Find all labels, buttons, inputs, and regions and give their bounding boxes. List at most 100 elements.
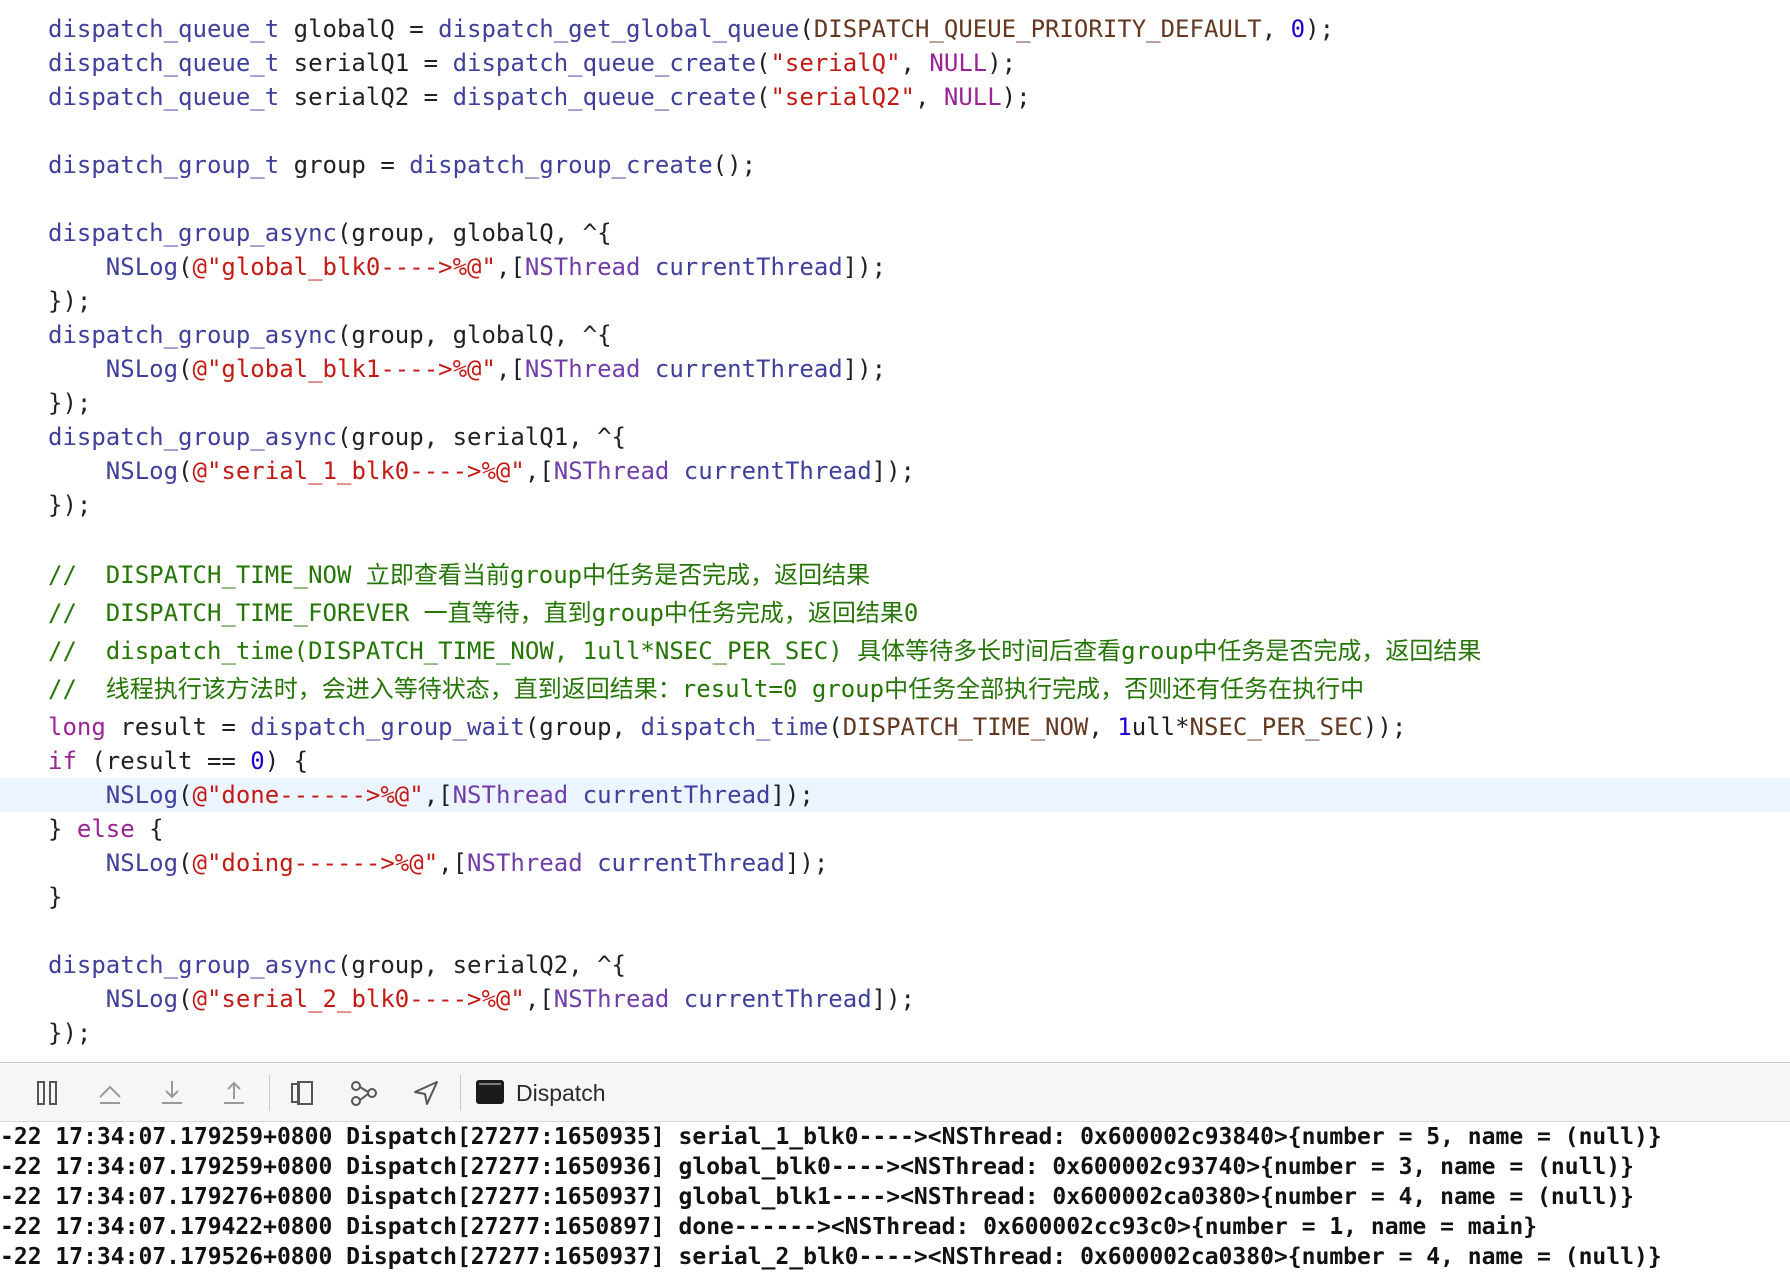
code-token: ,[: [495, 253, 525, 281]
code-line[interactable]: });: [0, 1016, 1790, 1050]
code-line[interactable]: NSLog(@"serial_1_blk0---->%@",[NSThread …: [0, 454, 1790, 488]
code-line[interactable]: dispatch_queue_t serialQ1 = dispatch_que…: [0, 46, 1790, 80]
code-line[interactable]: if (result == 0) {: [0, 744, 1790, 778]
code-token: currentThread: [683, 457, 872, 485]
code-token: ]);: [842, 253, 887, 281]
code-line[interactable]: });: [0, 284, 1790, 318]
code-token: (: [828, 713, 843, 741]
code-token: (group, globalQ, ^{: [336, 321, 612, 349]
code-token: (: [178, 355, 193, 383]
code-token: (: [178, 781, 193, 809]
code-token: ,[: [495, 355, 525, 383]
code-token: ,[: [423, 781, 453, 809]
code-token: ull*: [1131, 713, 1190, 741]
console-line: -22 17:34:07.179276+0800 Dispatch[27277:…: [0, 1184, 1634, 1210]
divider: [269, 1075, 270, 1111]
code-token: ();: [712, 151, 757, 179]
code-token: (: [178, 985, 193, 1013]
code-line[interactable]: NSLog(@"global_blk0---->%@",[NSThread cu…: [0, 250, 1790, 284]
code-token: currentThread: [582, 781, 771, 809]
step-out-icon[interactable]: [218, 1077, 250, 1109]
code-line[interactable]: // 线程执行该方法时，会进入等待状态，直到返回结果：result=0 grou…: [0, 672, 1790, 706]
terminal-icon: [476, 1080, 504, 1104]
target-label[interactable]: Dispatch: [516, 1077, 605, 1109]
code-token: dispatch_group_t: [48, 151, 280, 179]
view-hierarchy-icon[interactable]: [286, 1077, 318, 1109]
code-token: ,: [914, 83, 944, 111]
code-token: ,: [900, 49, 930, 77]
code-token: dispatch_group_async: [48, 423, 337, 451]
divider: [460, 1075, 461, 1111]
code-token: NSLog: [105, 355, 179, 383]
code-line[interactable]: dispatch_group_async(group, serialQ1, ^{: [0, 420, 1790, 454]
code-token: currentThread: [683, 985, 872, 1013]
code-token: "serialQ2": [770, 83, 915, 111]
code-line[interactable]: [0, 182, 1790, 216]
code-token: dispatch_group_async: [48, 321, 337, 349]
code-token: );: [1305, 15, 1335, 43]
code-token: ]);: [871, 457, 915, 485]
code-line[interactable]: NSLog(@"doing------>%@",[NSThread curren…: [0, 846, 1790, 880]
code-line[interactable]: dispatch_queue_t serialQ2 = dispatch_que…: [0, 80, 1790, 114]
code-token: });: [48, 491, 92, 519]
code-token: 1: [1117, 713, 1132, 741]
code-token: currentThread: [654, 355, 843, 383]
step-over-icon[interactable]: [94, 1077, 126, 1109]
console-line: -22 17:34:07.179259+0800 Dispatch[27277:…: [0, 1154, 1634, 1180]
code-line[interactable]: [0, 914, 1790, 948]
code-line[interactable]: dispatch_group_t group = dispatch_group_…: [0, 148, 1790, 182]
code-token: dispatch_group_async: [48, 219, 337, 247]
code-token: ) {: [264, 747, 309, 775]
simulate-location-icon[interactable]: [410, 1077, 442, 1109]
code-token: dispatch_group_async: [48, 951, 337, 979]
console-line: -22 17:34:07.179526+0800 Dispatch[27277:…: [0, 1244, 1662, 1270]
code-line[interactable]: }: [0, 880, 1790, 914]
code-editor[interactable]: dispatch_queue_t globalQ = dispatch_get_…: [0, 0, 1790, 1062]
code-token: NULL: [929, 49, 988, 77]
code-line[interactable]: // DISPATCH_TIME_FOREVER 一直等待，直到group中任务…: [0, 596, 1790, 630]
code-token: dispatch_group_create: [409, 151, 713, 179]
code-token: dispatch_time: [640, 713, 829, 741]
code-line[interactable]: NSLog(@"serial_2_blk0---->%@",[NSThread …: [0, 982, 1790, 1016]
code-line-current[interactable]: NSLog(@"done------>%@",[NSThread current…: [0, 778, 1790, 812]
code-token: @"global_blk0---->%@": [192, 253, 496, 281]
code-line[interactable]: NSLog(@"global_blk1---->%@",[NSThread cu…: [0, 352, 1790, 386]
console-output[interactable]: -22 17:34:07.179259+0800 Dispatch[27277:…: [0, 1122, 1790, 1278]
code-token: ,: [1261, 15, 1291, 43]
code-token: dispatch_queue_create: [452, 83, 757, 111]
code-line[interactable]: dispatch_group_async(group, serialQ2, ^{: [0, 948, 1790, 982]
code-line[interactable]: // dispatch_time(DISPATCH_TIME_NOW, 1ull…: [0, 634, 1790, 668]
code-line[interactable]: });: [0, 488, 1790, 522]
code-token: });: [48, 287, 92, 315]
code-line[interactable]: });: [0, 386, 1790, 420]
code-token: // DISPATCH_TIME_FOREVER 一直等待，直到group中任务…: [48, 599, 919, 627]
code-token: ,[: [438, 849, 468, 877]
debug-bar: Dispatch: [0, 1062, 1790, 1122]
code-token: (: [756, 83, 771, 111]
code-token: @"doing------>%@": [192, 849, 439, 877]
code-token: NSThread: [452, 781, 569, 809]
code-token: NSThread: [553, 985, 670, 1013]
code-token: );: [987, 49, 1017, 77]
toggle-console-icon[interactable]: [32, 1077, 64, 1109]
code-line[interactable]: } else {: [0, 812, 1790, 846]
code-line[interactable]: dispatch_group_async(group, globalQ, ^{: [0, 318, 1790, 352]
code-line[interactable]: dispatch_group_async(group, globalQ, ^{: [0, 216, 1790, 250]
code-line[interactable]: [0, 114, 1790, 148]
code-token: currentThread: [597, 849, 785, 877]
code-token: NSLog: [105, 985, 179, 1013]
code-token: group =: [279, 151, 410, 179]
code-line[interactable]: dispatch_queue_t globalQ = dispatch_get_…: [0, 12, 1790, 46]
code-line[interactable]: // DISPATCH_TIME_NOW 立即查看当前group中任务是否完成，…: [0, 558, 1790, 592]
code-token: (: [799, 15, 814, 43]
code-line[interactable]: long result = dispatch_group_wait(group,…: [0, 710, 1790, 744]
console-line: -22 17:34:07.179422+0800 Dispatch[27277:…: [0, 1214, 1538, 1240]
step-into-icon[interactable]: [156, 1077, 188, 1109]
code-line[interactable]: [0, 522, 1790, 556]
code-token: (: [178, 253, 193, 281]
code-token: }: [48, 883, 63, 911]
memory-graph-icon[interactable]: [348, 1077, 380, 1109]
